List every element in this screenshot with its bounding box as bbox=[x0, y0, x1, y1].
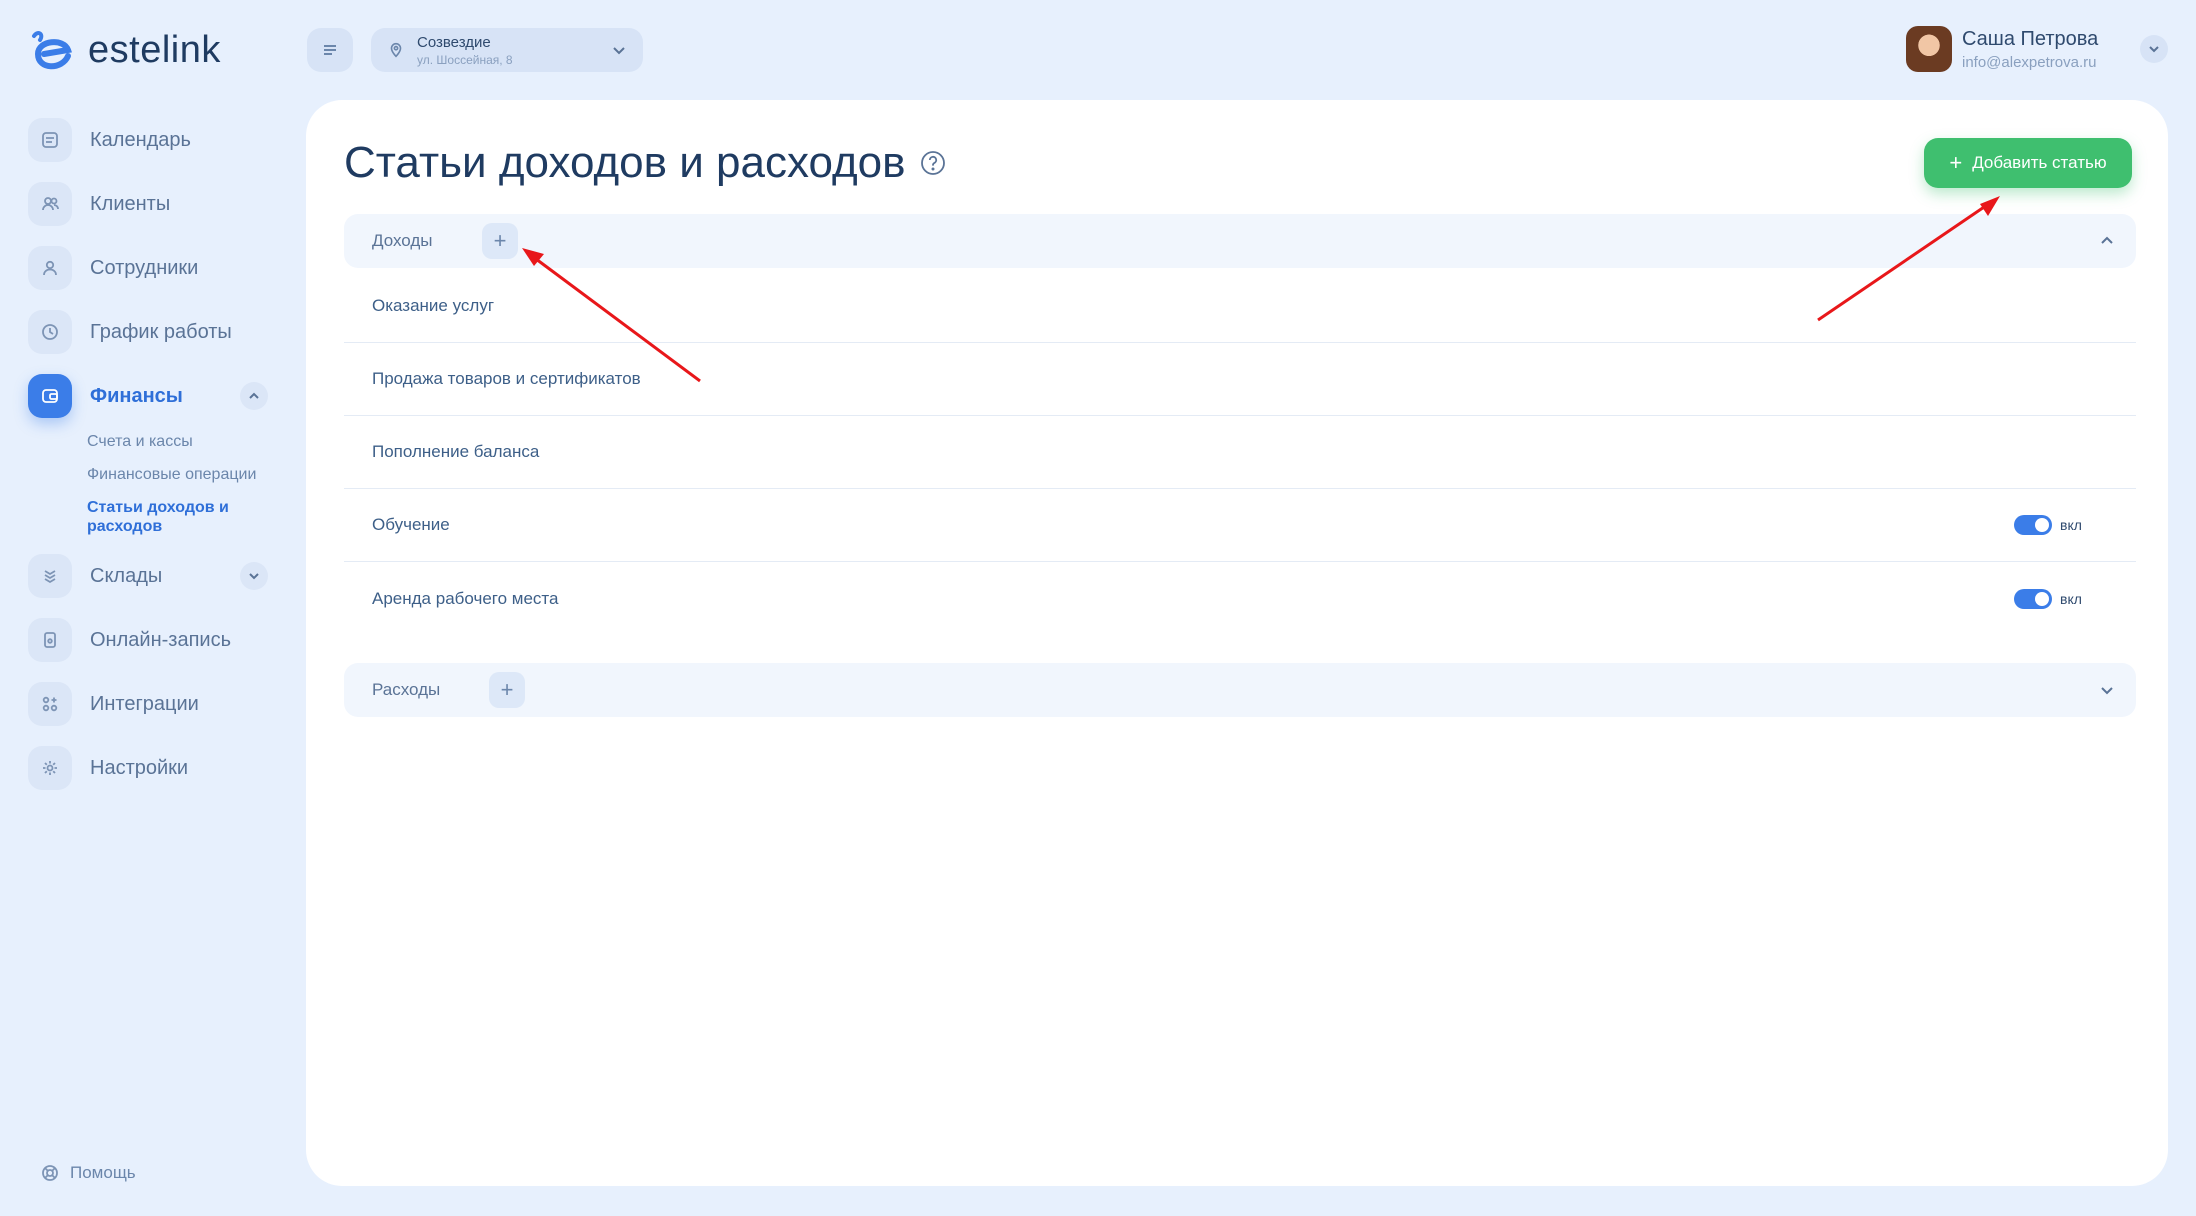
sidebar-item-label: Календарь bbox=[90, 128, 191, 151]
user-name: Саша Петрова bbox=[1962, 27, 2099, 50]
chevron-down-icon bbox=[613, 47, 625, 55]
location-pin-icon bbox=[390, 42, 402, 58]
chevron-down-icon bbox=[2149, 46, 2159, 53]
list-item[interactable]: Обучение вкл bbox=[344, 489, 2136, 562]
item-toggle[interactable]: вкл bbox=[2014, 515, 2082, 535]
sidebar-item-warehouses[interactable]: Склады bbox=[28, 552, 298, 600]
income-group-label: Доходы bbox=[372, 231, 433, 250]
lifebuoy-icon bbox=[42, 1165, 58, 1181]
item-label: Обучение bbox=[372, 515, 450, 534]
location-address: ул. Шоссейная, 8 bbox=[417, 52, 513, 67]
integrations-icon bbox=[28, 682, 72, 726]
plus-icon: + bbox=[1949, 150, 1963, 175]
sidebar-item-label: Сотрудники bbox=[90, 256, 199, 279]
sidebar-item-label: Онлайн-запись bbox=[90, 628, 231, 651]
plus-icon: + bbox=[500, 677, 514, 702]
location-select[interactable]: Созвездие ул. Шоссейная, 8 bbox=[371, 28, 643, 72]
income-group-header[interactable]: Доходы + bbox=[344, 214, 2136, 268]
subnav-item-accounts[interactable]: Счета и кассы bbox=[87, 432, 257, 451]
item-label: Оказание услуг bbox=[372, 296, 495, 315]
page-title: Статьи доходов и расходов bbox=[344, 138, 906, 187]
sidebar-item-schedule[interactable]: График работы bbox=[28, 308, 298, 356]
add-income-button[interactable]: + bbox=[482, 223, 518, 259]
user-info: Саша Петрова info@alexpetrova.ru bbox=[1962, 28, 2098, 71]
menu-icon bbox=[324, 45, 336, 55]
location-name: Созвездие bbox=[417, 33, 491, 51]
expenses-group-label: Расходы bbox=[372, 680, 441, 699]
clock-icon bbox=[28, 310, 72, 354]
finance-subnav: Счета и кассы Финансовые операции Статьи… bbox=[87, 432, 298, 536]
clients-icon bbox=[28, 182, 72, 226]
calendar-icon bbox=[28, 118, 72, 162]
toggle-label: вкл bbox=[2060, 590, 2082, 607]
add-expense-button[interactable]: + bbox=[489, 672, 525, 708]
item-label: Пополнение баланса bbox=[372, 442, 540, 461]
toggle-switch[interactable] bbox=[2014, 588, 2052, 609]
help-link[interactable]: Помощь bbox=[40, 1163, 136, 1183]
plus-icon: + bbox=[493, 228, 507, 253]
logo-icon bbox=[32, 31, 72, 70]
sidebar-nav: Календарь Клиенты Сотрудники График рабо… bbox=[28, 116, 298, 808]
toggle-switch[interactable] bbox=[2014, 515, 2052, 535]
sidebar-item-label: Склады bbox=[90, 564, 163, 587]
list-item[interactable]: Оказание услуг bbox=[344, 270, 2136, 343]
toggle-label: вкл bbox=[2060, 517, 2082, 533]
add-item-button[interactable]: + Добавить статью bbox=[1924, 138, 2132, 188]
sidebar-item-finance[interactable]: Финансы bbox=[28, 372, 298, 420]
sidebar-item-employees[interactable]: Сотрудники bbox=[28, 244, 298, 292]
item-label: Аренда рабочего места bbox=[372, 588, 559, 608]
sidebar-item-label: График работы bbox=[90, 320, 232, 343]
sidebar-item-label: Клиенты bbox=[90, 192, 171, 215]
logo-text: estelink bbox=[88, 28, 221, 71]
menu-toggle-button[interactable] bbox=[307, 28, 353, 72]
chevron-up-icon[interactable] bbox=[2098, 232, 2116, 250]
user-email: info@alexpetrova.ru bbox=[1962, 53, 2097, 71]
sidebar-item-online-booking[interactable]: Онлайн-запись bbox=[28, 616, 298, 664]
chevron-down-icon[interactable] bbox=[240, 562, 268, 590]
location-text: Созвездие ул. Шоссейная, 8 bbox=[417, 34, 513, 67]
logo[interactable]: estelink bbox=[28, 26, 221, 74]
list-item[interactable]: Пополнение баланса bbox=[344, 416, 2136, 489]
warehouse-icon bbox=[28, 554, 72, 598]
sidebar-item-label: Финансы bbox=[90, 384, 183, 407]
online-booking-icon bbox=[28, 618, 72, 662]
user-menu-button[interactable] bbox=[2140, 35, 2168, 63]
sidebar-item-calendar[interactable]: Календарь bbox=[28, 116, 298, 164]
main-panel: Статьи доходов и расходов + Добавить ста… bbox=[306, 100, 2168, 1186]
sidebar-item-clients[interactable]: Клиенты bbox=[28, 180, 298, 228]
user-profile[interactable]: Саша Петрова info@alexpetrova.ru bbox=[1906, 26, 2098, 72]
help-label: Помощь bbox=[70, 1163, 136, 1182]
expenses-group-header[interactable]: Расходы + bbox=[344, 663, 2136, 717]
list-item[interactable]: Продажа товаров и сертификатов bbox=[344, 343, 2136, 416]
employee-icon bbox=[28, 246, 72, 290]
chevron-down-icon[interactable] bbox=[2098, 681, 2116, 699]
page-header: Статьи доходов и расходов bbox=[344, 138, 946, 188]
sidebar-item-label: Интеграции bbox=[90, 692, 199, 715]
wallet-icon bbox=[28, 374, 72, 418]
subnav-item-operations[interactable]: Финансовые операции bbox=[87, 465, 257, 484]
chevron-up-icon[interactable] bbox=[240, 382, 268, 410]
item-toggle[interactable]: вкл bbox=[2014, 588, 2082, 609]
list-item[interactable]: Аренда рабочего места вкл bbox=[344, 562, 2136, 635]
gear-icon bbox=[28, 746, 72, 790]
sidebar-item-settings[interactable]: Настройки bbox=[28, 744, 298, 792]
subnav-item-income-expense-items[interactable]: Статьи доходов и расходов bbox=[87, 498, 257, 536]
sidebar-item-label: Настройки bbox=[90, 756, 189, 779]
question-icon[interactable] bbox=[920, 150, 946, 176]
add-item-label: Добавить статью bbox=[1972, 153, 2107, 172]
sidebar-item-integrations[interactable]: Интеграции bbox=[28, 680, 298, 728]
item-label: Продажа товаров и сертификатов bbox=[372, 369, 641, 388]
avatar[interactable] bbox=[1906, 26, 1952, 72]
